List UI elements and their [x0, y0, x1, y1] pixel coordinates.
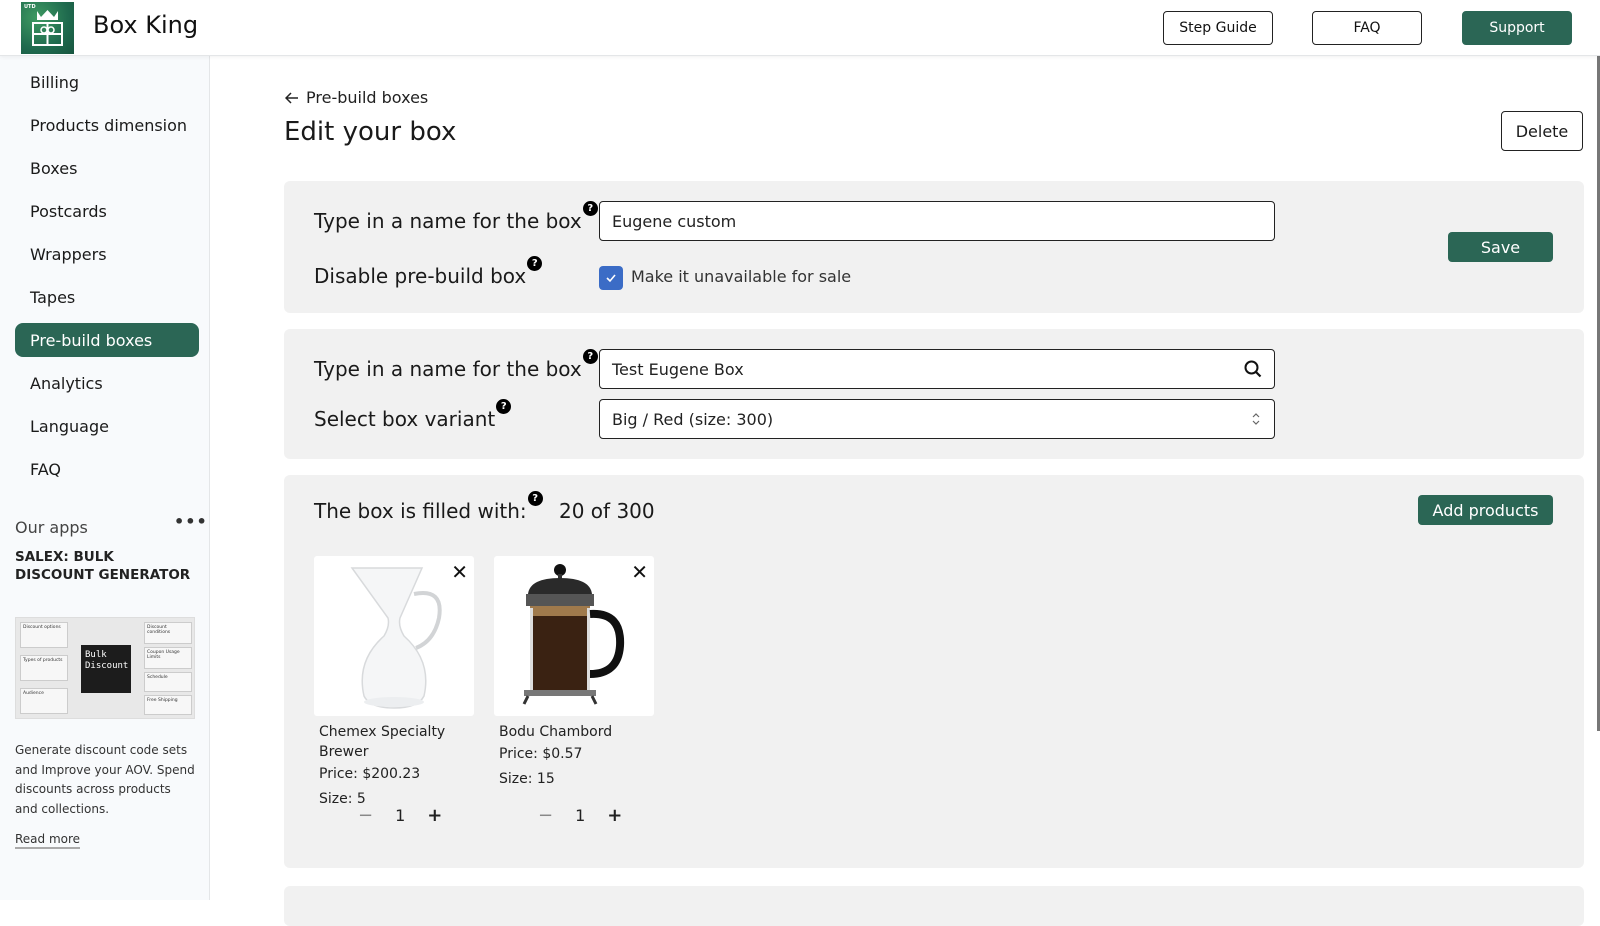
box-variant-card: Type in a name for the box? Test Eugene …	[284, 329, 1584, 459]
product-name: Bodu Chambord	[499, 724, 613, 740]
chemex-brewer-image	[350, 567, 442, 709]
product-size: Size: 15	[499, 771, 555, 787]
sidebar-item-tapes[interactable]: Tapes	[15, 280, 199, 314]
product-name: Chemex Specialty Brewer	[319, 724, 446, 760]
box-search-label: Type in a name for the box?	[314, 349, 598, 381]
box-filled-label-text: The box is filled with:	[314, 499, 527, 523]
banner-chip: Bulk Discount	[81, 645, 131, 693]
disable-box-label-text: Disable pre-build box	[314, 264, 527, 288]
sidebar-item-analytics[interactable]: Analytics	[15, 366, 199, 400]
support-button[interactable]: Support	[1462, 11, 1572, 45]
step-guide-button[interactable]: Step Guide	[1163, 11, 1273, 45]
search-icon[interactable]	[1244, 360, 1262, 378]
top-bar: UTD Box King Step Guide FAQ Support	[0, 0, 1600, 56]
checkmark-icon	[606, 274, 616, 283]
banner-panel: Discount options	[20, 622, 68, 648]
banner-panel: Coupon Usage Limits	[144, 647, 192, 669]
remove-product-icon[interactable]: ✕	[451, 560, 468, 584]
banner-panel: Free Shipping	[144, 695, 192, 715]
box-filled-count: 20 of 300	[559, 499, 655, 523]
arrow-left-icon	[285, 91, 298, 104]
quantity-stepper: − 1 +	[538, 805, 622, 826]
banner-panel: Audience	[20, 688, 68, 714]
help-icon[interactable]: ?	[527, 491, 543, 506]
sidebar-item-faq[interactable]: FAQ	[15, 452, 199, 486]
product-card: ✕ Bodu Chambord Price: $0.57 Size: 15	[494, 556, 654, 792]
sidebar-item-pre-build-boxes[interactable]: Pre-build boxes	[15, 323, 199, 357]
decrease-quantity-button[interactable]: −	[358, 805, 373, 826]
unavailable-for-sale-label[interactable]: Make it unavailable for sale	[631, 267, 851, 286]
app-title: Box King	[93, 11, 199, 39]
sidebar-item-postcards[interactable]: Postcards	[15, 194, 199, 228]
box-settings-card: Type in a name for the box? Eugene custo…	[284, 181, 1584, 313]
app-logo: UTD	[21, 2, 74, 54]
delete-button[interactable]: Delete	[1501, 111, 1583, 151]
help-icon[interactable]: ?	[496, 399, 512, 414]
select-chevron-icon	[1252, 413, 1260, 425]
sidebar-item-billing[interactable]: Billing	[15, 65, 199, 99]
quantity-value[interactable]: 1	[395, 806, 405, 825]
box-variant-label-text: Select box variant	[314, 407, 496, 431]
box-name-input[interactable]: Eugene custom	[599, 201, 1275, 241]
disable-box-label: Disable pre-build box?	[314, 256, 543, 288]
breadcrumb[interactable]: Pre-build boxes	[285, 88, 428, 107]
banner-panel: Schedule	[144, 672, 192, 692]
box-search-value: Test Eugene Box	[612, 359, 744, 379]
french-press-image	[522, 564, 625, 705]
product-price: Price: $0.57	[499, 746, 583, 762]
page-title: Edit your box	[284, 117, 457, 147]
box-variant-select[interactable]: Big / Red (size: 300)	[599, 399, 1275, 439]
app-promo-description: Generate discount code sets and Improve …	[15, 743, 195, 816]
box-filled-label: The box is filled with:? 20 of 300	[314, 491, 655, 523]
box-variant-label: Select box variant?	[314, 399, 512, 431]
box-contents-card: The box is filled with:? 20 of 300 Add p…	[284, 475, 1584, 868]
add-products-button[interactable]: Add products	[1418, 495, 1553, 525]
sidebar-item-language[interactable]: Language	[15, 409, 199, 443]
app-promo-name: SALEX: BULK DISCOUNT GENERATOR	[15, 549, 191, 583]
box-variant-value: Big / Red (size: 300)	[612, 409, 774, 429]
box-name-label: Type in a name for the box?	[314, 201, 598, 233]
product-image: ✕	[494, 556, 654, 716]
sidebar-item-products-dimension[interactable]: Products dimension	[15, 108, 199, 142]
increase-quantity-button[interactable]: +	[607, 805, 622, 826]
quantity-stepper: − 1 +	[358, 805, 442, 826]
box-search-label-text: Type in a name for the box	[314, 357, 582, 381]
unavailable-for-sale-checkbox[interactable]	[599, 266, 623, 290]
help-icon[interactable]: ?	[582, 201, 598, 216]
app-promo-banner[interactable]: Discount options Types of products Audie…	[15, 617, 195, 719]
product-card: ✕ Chemex Specialty Brewer Price: $200.23…	[314, 556, 474, 812]
product-price: Price: $200.23	[319, 766, 421, 782]
our-apps-heading: Our apps	[15, 518, 88, 537]
product-image: ✕	[314, 556, 474, 716]
sidebar: Billing Products dimension Boxes Postcar…	[0, 56, 210, 900]
increase-quantity-button[interactable]: +	[427, 805, 442, 826]
quantity-value[interactable]: 1	[575, 806, 585, 825]
more-options-icon[interactable]: •••	[174, 512, 208, 531]
sidebar-item-wrappers[interactable]: Wrappers	[15, 237, 199, 271]
decrease-quantity-button[interactable]: −	[538, 805, 553, 826]
box-search-input[interactable]: Test Eugene Box	[599, 349, 1275, 389]
sidebar-item-boxes[interactable]: Boxes	[15, 151, 199, 185]
gift-box-icon	[32, 10, 63, 46]
read-more-link[interactable]: Read more	[15, 832, 81, 849]
next-section-card	[284, 886, 1584, 926]
remove-product-icon[interactable]: ✕	[631, 560, 648, 584]
help-icon[interactable]: ?	[527, 256, 543, 271]
box-name-label-text: Type in a name for the box	[314, 209, 582, 233]
banner-panel: Types of products	[20, 655, 68, 681]
help-icon[interactable]: ?	[582, 349, 598, 364]
faq-button[interactable]: FAQ	[1312, 11, 1422, 45]
breadcrumb-label: Pre-build boxes	[306, 88, 429, 107]
save-button[interactable]: Save	[1448, 232, 1553, 262]
banner-panel: Discount conditions	[144, 622, 192, 644]
